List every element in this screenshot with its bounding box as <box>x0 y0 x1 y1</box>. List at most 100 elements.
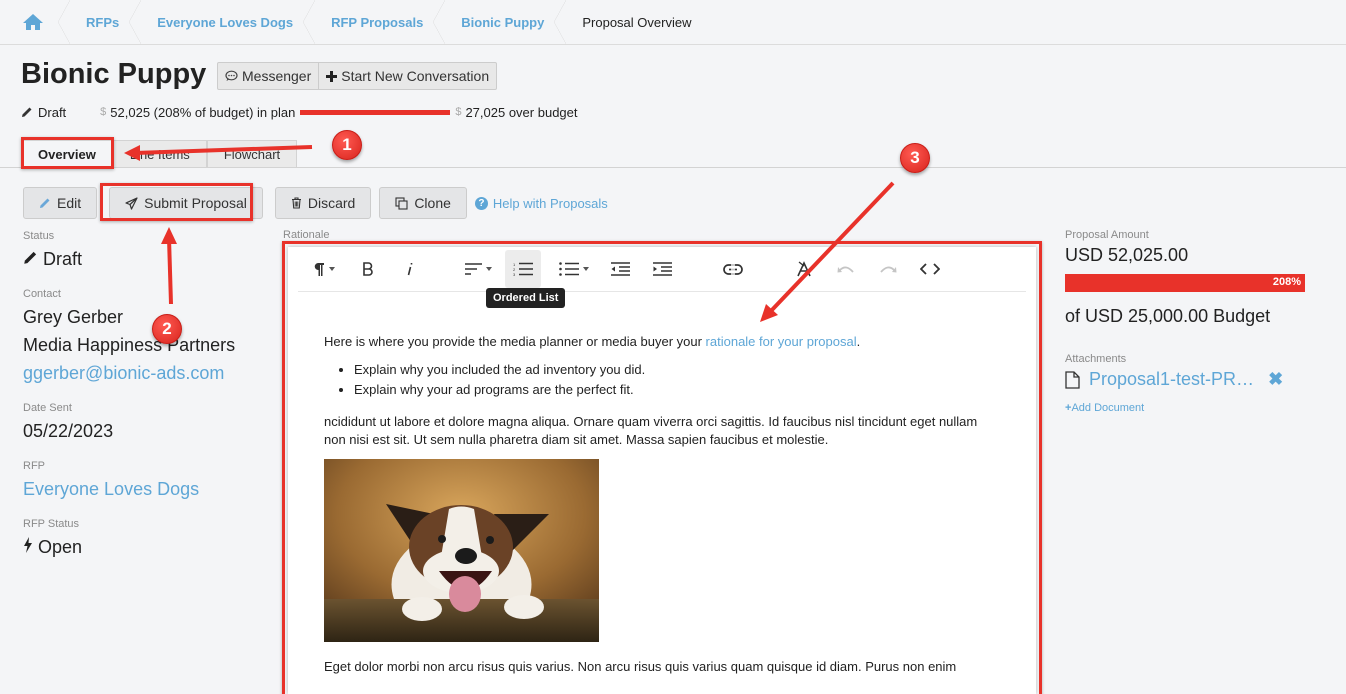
svg-text:3: 3 <box>513 272 516 276</box>
annotation-badge-1: 1 <box>332 130 362 160</box>
contact-company: Media Happiness Partners <box>23 331 263 359</box>
italic-icon <box>406 262 414 276</box>
pencil-icon <box>23 250 38 265</box>
plus-icon <box>326 71 337 82</box>
rationale-bullets: Explain why you included the ad inventor… <box>354 361 1000 399</box>
add-document-label: Add Document <box>1071 402 1144 414</box>
messenger-button[interactable]: Messenger <box>218 63 318 89</box>
bold-button[interactable] <box>350 250 386 288</box>
list-item: Explain why your ad programs are the per… <box>354 381 1000 399</box>
messenger-label: Messenger <box>242 68 311 84</box>
rationale-label: Rationale <box>283 229 329 241</box>
submit-label: Submit Proposal <box>144 195 247 211</box>
help-proposals-link[interactable]: ? Help with Proposals <box>475 196 608 211</box>
paragraph-format-button[interactable] <box>306 250 342 288</box>
undo-icon <box>837 264 855 274</box>
breadcrumb-rfp-proposals[interactable]: RFP Proposals <box>309 0 439 44</box>
pencil-icon <box>39 197 51 209</box>
tab-line-items[interactable]: Line Items <box>113 140 207 168</box>
plan-amount: 52,025 (208% of budget) in plan <box>110 105 295 120</box>
link-icon <box>723 264 743 275</box>
breadcrumb-proposal[interactable]: Bionic Puppy <box>439 0 560 44</box>
rfp-link[interactable]: Everyone Loves Dogs <box>23 475 263 503</box>
status-value: Draft <box>23 245 263 273</box>
budget-progress-bar: 208% <box>1065 274 1305 292</box>
breadcrumb-rfps[interactable]: RFPs <box>64 0 135 44</box>
code-icon <box>920 263 940 275</box>
insert-link-button[interactable] <box>715 250 751 288</box>
breadcrumb-current: Proposal Overview <box>560 0 707 44</box>
attachments-label: Attachments <box>1065 353 1325 365</box>
redo-button[interactable] <box>870 250 906 288</box>
annotation-badge-2: 2 <box>152 314 182 344</box>
clear-formatting-button[interactable] <box>786 250 822 288</box>
copy-icon <box>395 197 408 210</box>
add-document-link[interactable]: +Add Document <box>1065 402 1325 414</box>
proposal-amount-label: Proposal Amount <box>1065 229 1325 241</box>
dog-image <box>324 459 599 642</box>
date-sent-label: Date Sent <box>23 402 263 414</box>
rationale-content[interactable]: Here is where you provide the media plan… <box>288 292 1036 676</box>
breadcrumb-home[interactable] <box>0 0 64 44</box>
contact-email-link[interactable]: ggerber@bionic-ads.com <box>23 359 263 387</box>
question-circle-icon: ? <box>475 197 488 210</box>
undo-button[interactable] <box>828 250 864 288</box>
discard-button[interactable]: Discard <box>275 187 371 219</box>
pencil-icon <box>21 106 33 118</box>
messenger-button-group: Messenger Start New Conversation <box>217 62 497 90</box>
indent-icon <box>653 262 672 276</box>
bold-icon <box>362 262 374 276</box>
over-budget-amount: 27,025 over budget <box>465 105 577 120</box>
proposal-details: Status Draft Contact Grey Gerber Media H… <box>23 230 263 576</box>
indent-button[interactable] <box>644 250 680 288</box>
breadcrumb-rfp[interactable]: Everyone Loves Dogs <box>135 0 309 44</box>
unordered-list-icon <box>559 262 579 276</box>
align-button[interactable] <box>458 250 498 288</box>
chat-bubble-icon <box>225 70 238 82</box>
body-paragraph: ncididunt ut labore et dolore magna aliq… <box>324 413 1000 449</box>
edit-button[interactable]: Edit <box>23 187 97 219</box>
proposal-amount-value: USD 52,025.00 <box>1065 245 1325 266</box>
tab-bar: Overview Line Items Flowchart <box>21 140 297 168</box>
clone-label: Clone <box>414 195 451 211</box>
budget-plan-bar <box>300 110 450 115</box>
caret-down-icon <box>329 267 335 271</box>
start-conversation-label: Start New Conversation <box>341 68 489 84</box>
tab-flowchart[interactable]: Flowchart <box>207 140 297 168</box>
rfp-status-label: RFP Status <box>23 518 263 530</box>
attachment-link[interactable]: Proposal1-test-PR… <box>1089 369 1254 390</box>
discard-label: Discard <box>308 195 355 211</box>
status-text: Draft <box>43 249 82 269</box>
trash-icon <box>291 197 302 209</box>
code-view-button[interactable] <box>912 250 948 288</box>
rationale-link[interactable]: rationale for your proposal <box>706 334 857 349</box>
contact-name: Grey Gerber <box>23 303 263 331</box>
remove-attachment-icon[interactable]: ✖ <box>1268 369 1283 390</box>
rationale-editor[interactable]: 123 Ordered List Here is where you pro <box>288 247 1036 694</box>
tab-overview[interactable]: Overview <box>21 140 113 168</box>
intro-text: Here is where you provide the media plan… <box>324 334 706 349</box>
annotation-badge-3: 3 <box>900 143 930 173</box>
editor-toolbar: 123 Ordered List <box>298 247 1026 292</box>
start-conversation-button[interactable]: Start New Conversation <box>318 63 496 89</box>
italic-button[interactable] <box>392 250 428 288</box>
caret-down-icon <box>486 267 492 271</box>
budget-total: of USD 25,000.00 Budget <box>1065 306 1325 327</box>
caret-down-icon <box>583 267 589 271</box>
currency-symbol: $ <box>455 106 461 118</box>
align-left-icon <box>465 263 482 275</box>
currency-symbol: $ <box>100 106 106 118</box>
outdent-button[interactable] <box>602 250 638 288</box>
unordered-list-button[interactable] <box>552 250 596 288</box>
ordered-list-tooltip: Ordered List <box>486 288 565 308</box>
tab-divider <box>0 167 1346 168</box>
status-label: Status <box>23 230 263 242</box>
ordered-list-icon: 123 <box>513 262 533 276</box>
ordered-list-button[interactable]: 123 <box>505 250 541 288</box>
breadcrumb: RFPs Everyone Loves Dogs RFP Proposals B… <box>0 0 1346 45</box>
clone-button[interactable]: Clone <box>379 187 467 219</box>
submit-proposal-button[interactable]: Submit Proposal <box>109 187 263 219</box>
proposal-summary-line: Draft $ 52,025 (208% of budget) in plan … <box>21 103 578 121</box>
file-icon <box>1065 371 1080 389</box>
budget-percent-label: 208% <box>1273 276 1301 288</box>
